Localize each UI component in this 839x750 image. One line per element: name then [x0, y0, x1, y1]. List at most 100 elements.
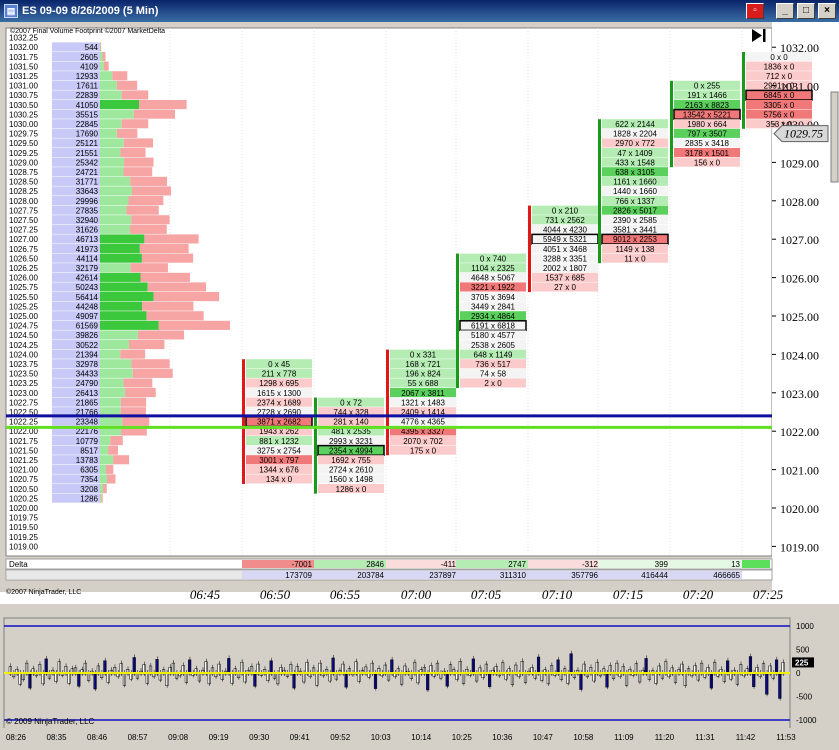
profile-sell-bar	[102, 52, 106, 62]
time-tick-label: 06:55	[330, 587, 361, 602]
profile-price: 1023.25	[9, 379, 38, 388]
close-button[interactable]: ×	[818, 3, 836, 19]
indicator-bar	[654, 672, 658, 684]
indicator-time-label: 08:57	[128, 733, 149, 742]
maximize-button[interactable]: □	[797, 3, 815, 19]
time-tick-label: 07:10	[542, 587, 573, 602]
indicator-bar	[243, 672, 247, 683]
footprint-value: 4051 x 3468	[543, 245, 588, 254]
indicator-time-label: 11:20	[655, 733, 675, 742]
profile-buy-bar	[100, 320, 159, 330]
indicator-panel[interactable]: 1000 500 0 -500 -1000 225 © 2009 NinjaTrader, …	[0, 616, 839, 750]
profile-sell-bar	[133, 109, 175, 119]
profile-volume: 30522	[76, 341, 99, 350]
footprint-value: 2390 x 2585	[613, 216, 658, 225]
indicator-time-label: 11:42	[736, 733, 756, 742]
indicator-bar	[188, 659, 192, 675]
profile-sell-bar	[120, 148, 146, 158]
profile-price: 1030.50	[9, 101, 38, 110]
footprint-value: 433 x 1548	[615, 158, 655, 167]
profile-volume: 32179	[76, 264, 99, 273]
profile-price: 1019.75	[9, 514, 38, 523]
footprint-value: 1440 x 1660	[613, 187, 658, 196]
footprint-value: 2835 x 3418	[685, 139, 730, 148]
indicator-bar	[41, 672, 45, 685]
candle-body	[742, 52, 745, 129]
profile-price: 1028.00	[9, 197, 38, 206]
indicator-bar	[445, 672, 449, 687]
footprint-value: 11 x 0	[624, 254, 646, 263]
profile-price: 1026.25	[9, 264, 38, 273]
footprint-value: 638 x 3105	[615, 168, 655, 177]
footprint-value: 3001 x 797	[259, 456, 299, 465]
profile-buy-bar	[100, 244, 140, 254]
indicator-bar	[328, 672, 332, 682]
profile-buy-bar	[100, 493, 102, 503]
indicator-bar	[536, 656, 541, 675]
profile-sell-bar	[128, 196, 164, 206]
indicator-time-label: 09:19	[209, 733, 230, 742]
indicator-time-label: 08:46	[87, 733, 108, 742]
profile-volume: 46713	[76, 235, 99, 244]
footprint-value: 1692 x 755	[331, 456, 371, 465]
indicator-bar	[778, 672, 782, 699]
profile-buy-bar	[100, 301, 143, 311]
footprint-value: 6191 x 6818	[471, 322, 516, 331]
footprint-value: 196 x 824	[405, 370, 441, 379]
indicator-bar	[540, 672, 544, 681]
profile-buy-bar	[100, 100, 140, 110]
profile-buy-bar	[100, 263, 131, 273]
indicator-bar	[266, 672, 270, 681]
footprint-value: 1828 x 2204	[613, 130, 658, 139]
footprint-value: 0 x 210	[552, 206, 579, 215]
footprint-value: 2970 x 772	[615, 139, 655, 148]
alert-button[interactable]: ▫	[746, 3, 764, 19]
profile-volume: 23348	[76, 418, 99, 427]
indicator-bar	[276, 672, 280, 685]
indicator-bar	[67, 672, 71, 684]
indicator-bar	[227, 658, 231, 675]
profile-volume: 21551	[76, 149, 99, 158]
minimize-button[interactable]: _	[776, 3, 794, 19]
footprint-value: 27 x 0	[554, 283, 576, 292]
footprint-value: 4776 x 4365	[401, 418, 446, 427]
indicator-bar	[331, 657, 335, 675]
profile-buy-bar	[100, 368, 133, 378]
bottom-copyright: ©2007 NinjaTrader, LLC	[6, 588, 81, 596]
indicator-bar	[373, 672, 378, 689]
footprint-value: 2538 x 2605	[471, 341, 516, 350]
profile-volume: 49097	[76, 312, 99, 321]
profile-sell-bar	[110, 436, 123, 446]
indicator-bar	[357, 672, 361, 682]
footprint-value: 3449 x 2841	[471, 302, 516, 311]
profile-sell-bar	[147, 282, 207, 292]
candle-body	[456, 253, 459, 388]
footprint-chart[interactable]: ©2007 Final Volume Footprint ©2007 Marke…	[0, 22, 839, 612]
profile-volume: 27835	[76, 206, 99, 215]
title-bar[interactable]: ▤ ES 09-09 8/26/2009 (5 Min) ▫ _ □ ×	[0, 0, 839, 22]
footprint-value: 3178 x 1501	[685, 149, 730, 158]
indicator-bar	[683, 672, 687, 686]
footprint-value: 0 x 72	[340, 398, 362, 407]
footprint-value: 1161 x 1660	[613, 178, 657, 187]
profile-buy-bar	[100, 484, 104, 494]
indicator-bar	[344, 672, 348, 688]
time-tick-label: 06:50	[260, 587, 291, 602]
indicator-bar	[752, 672, 756, 687]
profile-sell-bar	[129, 340, 165, 350]
profile-buy-bar	[100, 359, 132, 369]
indicator-bar	[579, 672, 583, 690]
candle-body	[314, 397, 317, 494]
profile-volume: 41050	[76, 101, 99, 110]
cum-volume-value: 311310	[500, 571, 527, 580]
profile-price: 1030.00	[9, 120, 38, 129]
footprint-value: 736 x 517	[475, 360, 511, 369]
footprint-value: 3221 x 1922	[471, 283, 516, 292]
profile-volume: 24721	[76, 168, 99, 177]
indicator-time-label: 10:25	[452, 733, 473, 742]
indicator-bar	[765, 672, 769, 695]
profile-sell-bar	[101, 493, 103, 503]
time-tick-label: 06:45	[190, 587, 221, 602]
indicator-bar	[230, 672, 234, 684]
profile-volume: 3208	[80, 485, 98, 494]
